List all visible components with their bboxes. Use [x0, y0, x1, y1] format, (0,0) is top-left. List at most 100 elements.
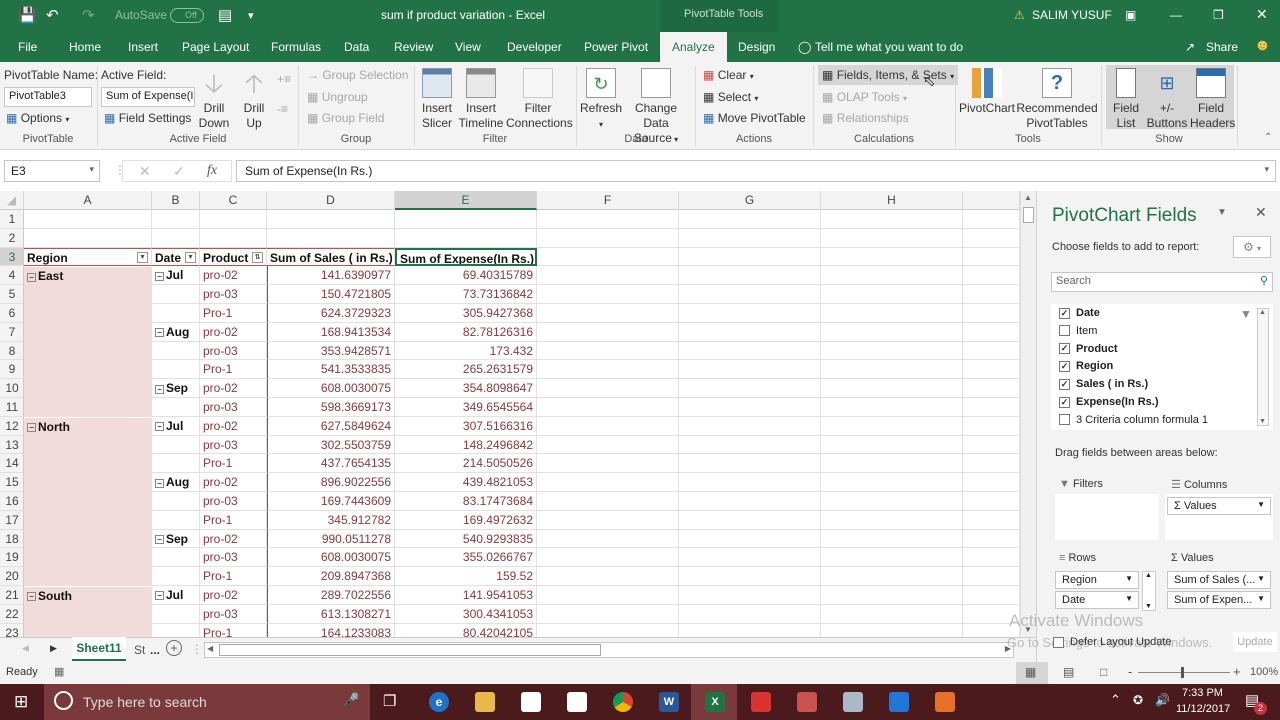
- date-cell[interactable]: − Aug: [152, 322, 200, 342]
- add-sheet-icon[interactable]: +: [166, 640, 182, 656]
- product-cell[interactable]: Pro-1: [200, 304, 267, 323]
- prev-sheet-icon[interactable]: ◀: [22, 643, 29, 654]
- screen-capture-icon[interactable]: [935, 692, 955, 712]
- rows-scrollbar[interactable]: ▲ ▼: [1142, 571, 1156, 611]
- collapse-icon[interactable]: −: [155, 328, 164, 338]
- product-cell[interactable]: Pro-1: [200, 510, 267, 530]
- date-cell[interactable]: [152, 341, 200, 361]
- insert-function-icon[interactable]: fx: [207, 163, 217, 179]
- cell[interactable]: [821, 304, 963, 323]
- row-header[interactable]: 3: [0, 247, 23, 267]
- cell[interactable]: [200, 210, 267, 229]
- cell[interactable]: [537, 623, 679, 637]
- cell[interactable]: [963, 398, 1020, 417]
- checkbox-icon[interactable]: ✓: [1059, 360, 1070, 372]
- row-header[interactable]: 13: [0, 436, 23, 455]
- column-header-g[interactable]: G: [679, 191, 821, 210]
- checkbox-icon[interactable]: ✓: [1059, 378, 1070, 390]
- header-sum-expense[interactable]: Sum of Expense(In Rs.): [395, 247, 537, 267]
- insert-timeline-button[interactable]: Insert Timeline: [458, 68, 504, 131]
- cell[interactable]: [821, 454, 963, 474]
- column-header-f[interactable]: F: [537, 191, 679, 210]
- field-item[interactable]: ✓ Product: [1059, 343, 1118, 355]
- plus-minus-buttons-button[interactable]: ⊞ +/- Buttons: [1144, 68, 1190, 131]
- cell[interactable]: [821, 228, 963, 248]
- date-cell[interactable]: [152, 454, 200, 474]
- group-selection-button[interactable]: → Group Selection: [307, 68, 408, 82]
- scroll-down-icon[interactable]: ▼: [1145, 603, 1152, 610]
- row-header[interactable]: 19: [0, 548, 23, 568]
- collapse-icon[interactable]: −: [27, 423, 36, 433]
- product-cell[interactable]: pro-03: [200, 285, 267, 304]
- store-icon[interactable]: [567, 692, 587, 712]
- cell[interactable]: [24, 210, 152, 229]
- windows-start-icon[interactable]: ⊞: [14, 692, 28, 712]
- region-cell[interactable]: [24, 548, 152, 568]
- next-sheet-icon[interactable]: ▶: [50, 643, 57, 654]
- region-cell[interactable]: [24, 529, 152, 549]
- expense-cell[interactable]: 355.0266767: [395, 548, 537, 568]
- cell[interactable]: [537, 285, 679, 304]
- pdf-icon[interactable]: [797, 692, 817, 712]
- wifi-icon[interactable]: ✪: [1133, 693, 1143, 707]
- select-all-button[interactable]: ◢: [0, 191, 24, 210]
- cell[interactable]: [395, 210, 537, 229]
- region-cell[interactable]: − East: [24, 266, 152, 286]
- edge-icon[interactable]: e: [429, 692, 449, 712]
- expense-cell[interactable]: 300.4341053: [395, 604, 537, 624]
- redo-icon[interactable]: ↷: [82, 6, 95, 24]
- field-item[interactable]: ✓ Sales ( in Rs.): [1059, 378, 1148, 390]
- refresh-button[interactable]: ↻ Refresh ▾: [580, 68, 622, 132]
- tab-insert[interactable]: Insert: [128, 40, 158, 54]
- region-cell[interactable]: [24, 304, 152, 323]
- date-cell[interactable]: [152, 567, 200, 586]
- form-icon[interactable]: ▤: [218, 6, 232, 24]
- header-sum-sales[interactable]: Sum of Sales ( in Rs.): [267, 247, 395, 267]
- cell[interactable]: [821, 210, 963, 229]
- options-button[interactable]: ▦ Options ▾: [6, 111, 69, 125]
- expense-cell[interactable]: 69.40315789: [395, 266, 537, 286]
- word-icon[interactable]: W: [659, 692, 679, 712]
- scroll-up-icon[interactable]: ▲: [1259, 309, 1266, 316]
- product-cell[interactable]: pro-02: [200, 379, 267, 398]
- row-header[interactable]: 17: [0, 511, 23, 530]
- rows-item-date[interactable]: Date ▼: [1055, 591, 1139, 609]
- vertical-scrollbar[interactable]: ▲ ▼: [1020, 191, 1036, 637]
- clock-date[interactable]: 11/12/2017: [1176, 703, 1230, 715]
- cell[interactable]: [679, 304, 821, 323]
- row-header[interactable]: 6: [0, 304, 23, 323]
- user-name[interactable]: SALIM YUSUF: [1032, 8, 1112, 22]
- cell[interactable]: [537, 360, 679, 380]
- product-cell[interactable]: pro-02: [200, 266, 267, 286]
- product-cell[interactable]: pro-02: [200, 586, 267, 605]
- cell[interactable]: [963, 379, 1020, 398]
- fields-items-sets-button[interactable]: ▦ Fields, Items, & Sets ▾: [818, 65, 959, 85]
- row-header[interactable]: 14: [0, 454, 23, 474]
- region-cell[interactable]: [24, 623, 152, 637]
- cell[interactable]: [152, 228, 200, 248]
- product-cell[interactable]: pro-03: [200, 604, 267, 624]
- row-header[interactable]: 4: [0, 266, 23, 286]
- cell[interactable]: [821, 322, 963, 342]
- row-header[interactable]: 20: [0, 567, 23, 586]
- ribbon-display-icon[interactable]: ▣: [1125, 8, 1136, 22]
- cell[interactable]: [821, 398, 963, 417]
- expense-cell[interactable]: 265.2631579: [395, 360, 537, 380]
- row-header[interactable]: 21: [0, 586, 23, 605]
- cell[interactable]: [821, 529, 963, 549]
- sales-cell[interactable]: 624.3729323: [267, 304, 395, 323]
- cell[interactable]: [679, 604, 821, 624]
- microphone-icon[interactable]: 🎤: [342, 692, 359, 709]
- taskbar-search-box[interactable]: Type here to search 🎤: [44, 684, 370, 720]
- sales-cell[interactable]: 990.0511278: [267, 529, 395, 549]
- row-header[interactable]: 23: [0, 624, 23, 637]
- cell[interactable]: [537, 567, 679, 586]
- sales-cell[interactable]: 289.7022556: [267, 586, 395, 605]
- dropdown-icon[interactable]: ▼: [137, 251, 148, 263]
- share-button[interactable]: Share: [1206, 40, 1238, 54]
- horizontal-scrollbar[interactable]: ◀ ▶: [204, 642, 1014, 658]
- update-button[interactable]: Update: [1233, 632, 1277, 652]
- collapse-icon[interactable]: −: [27, 592, 36, 602]
- sales-cell[interactable]: 169.7443609: [267, 492, 395, 511]
- cell[interactable]: [821, 285, 963, 304]
